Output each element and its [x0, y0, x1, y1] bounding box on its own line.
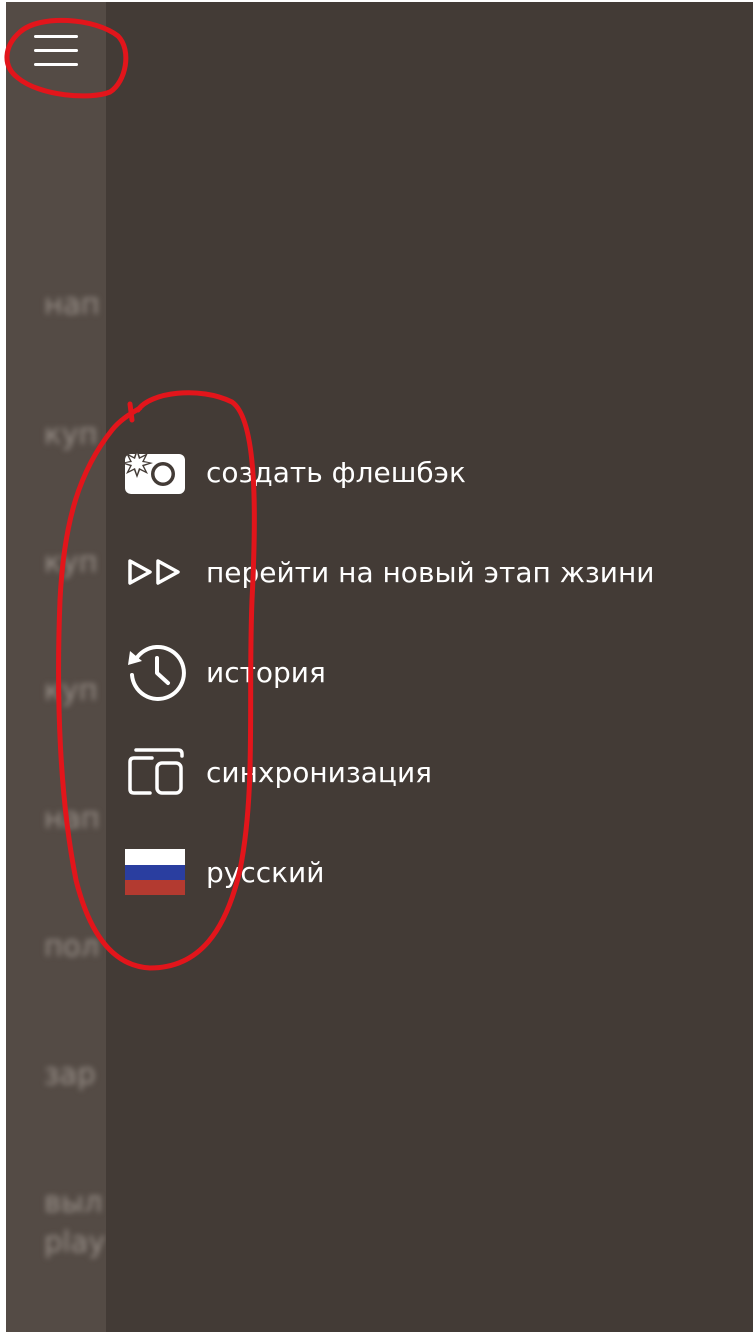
menu-item-label: синхронизация: [206, 755, 433, 789]
menu-item-label: создать флешбэк: [206, 455, 466, 489]
drawer-menu: создать флешбэк перейти на новый этап жз…: [124, 440, 744, 940]
hamburger-menu-button[interactable]: [26, 24, 86, 76]
menu-item-history[interactable]: история: [124, 640, 744, 704]
history-icon: [124, 644, 186, 701]
menu-item-sync[interactable]: синхронизация: [124, 740, 744, 804]
background-list-item: зар: [44, 1057, 96, 1091]
background-list-item: нап: [44, 287, 100, 321]
menu-item-label: русский: [206, 855, 325, 889]
menu-item-label: история: [206, 655, 326, 689]
camera-flash-icon: [124, 448, 186, 496]
devices-sync-icon: [124, 748, 186, 796]
background-list-item: куп: [44, 673, 98, 707]
background-list-item: куп: [44, 417, 98, 451]
menu-item-create-flashback[interactable]: создать флешбэк: [124, 440, 744, 504]
app-screen: нап куп куп куп нап пол зар выл play соз…: [6, 2, 753, 1332]
menu-item-next-life-stage[interactable]: перейти на новый этап жзини: [124, 540, 744, 604]
background-list-strip: нап куп куп куп нап пол зар выл play: [6, 2, 106, 1332]
background-list-item: нап: [44, 801, 100, 835]
menu-item-language[interactable]: русский: [124, 840, 744, 904]
background-list-item: куп: [44, 545, 98, 579]
fast-forward-icon: [124, 548, 186, 596]
background-list-item: play: [44, 1225, 106, 1259]
background-list-item: пол: [44, 929, 100, 963]
russian-flag-icon: [124, 848, 186, 896]
menu-item-label: перейти на новый этап жзини: [206, 555, 655, 589]
background-list-item: выл: [44, 1185, 103, 1219]
